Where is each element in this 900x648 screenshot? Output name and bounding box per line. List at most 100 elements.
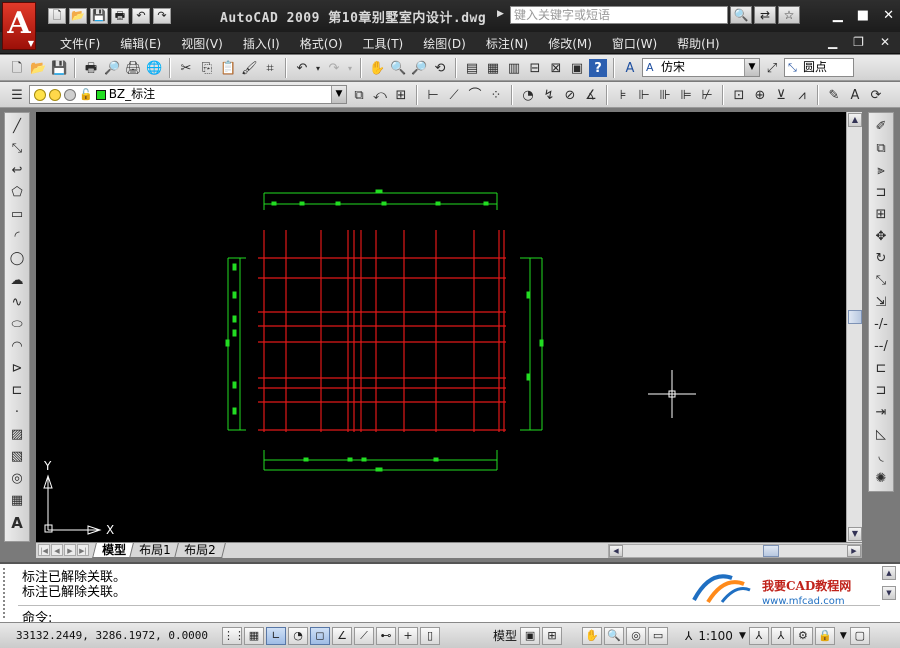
line-icon[interactable]: ╱ [7, 117, 27, 136]
plot-preview-icon[interactable]: 🔎 [103, 59, 121, 77]
menu-item[interactable]: 标注(N) [476, 35, 538, 52]
aligned-dimension-icon[interactable]: ⟋ [445, 86, 463, 104]
last-tab-icon[interactable]: ▶| [77, 544, 89, 556]
menu-item[interactable]: 文件(F) [50, 35, 110, 52]
coordinate-readout[interactable]: 33132.2449, 3286.1972, 0.0000 [0, 629, 222, 642]
undo-icon[interactable]: ↶ [293, 59, 311, 77]
angular-dimension-icon[interactable]: ∡ [582, 86, 600, 104]
explode-icon[interactable]: ✺ [871, 469, 891, 488]
drawing-minimize-icon[interactable]: ▁ [828, 35, 837, 49]
move-icon[interactable]: ✥ [871, 227, 891, 246]
insert-block-icon[interactable]: ⊳ [7, 359, 27, 378]
command-scrollbar[interactable]: ▲ ▼ [882, 566, 896, 606]
horizontal-scroll-thumb[interactable] [763, 545, 779, 557]
stretch-icon[interactable]: ⇲ [871, 293, 891, 312]
scale-icon[interactable]: ⤡ [871, 271, 891, 290]
chevron-down-icon[interactable]: ▼ [744, 59, 759, 76]
rotate-icon[interactable]: ↻ [871, 249, 891, 268]
save-icon[interactable]: 💾 [50, 59, 68, 77]
polyline-icon[interactable]: ↩ [7, 161, 27, 180]
new-file-icon[interactable]: 🗋 [48, 8, 66, 24]
menu-item[interactable]: 编辑(E) [110, 35, 171, 52]
break-at-point-icon[interactable]: ⊏ [871, 359, 891, 378]
status-menu-icon[interactable]: ▼ [837, 627, 850, 645]
chevron-down-icon[interactable]: ▼ [331, 86, 346, 103]
layout-tab[interactable]: 布局1 [129, 543, 181, 558]
array-icon[interactable]: ⊞ [871, 205, 891, 224]
application-menu-button[interactable]: A ▼ [2, 2, 36, 50]
inspection-icon[interactable]: ⊻ [772, 86, 790, 104]
menu-item[interactable]: 绘图(D) [413, 35, 476, 52]
mirror-icon[interactable]: ⫸ [871, 161, 891, 180]
help-icon[interactable]: ? [589, 58, 607, 77]
publish-icon[interactable]: 🖨 [124, 59, 142, 77]
menu-item[interactable]: 工具(T) [353, 35, 414, 52]
menu-item[interactable]: 视图(V) [171, 35, 233, 52]
chevron-down-icon[interactable]: ▼ [736, 627, 749, 645]
close-icon[interactable]: ✕ [883, 8, 894, 23]
model-space-toggle[interactable]: 模型 [490, 627, 520, 645]
dynamic-input-icon[interactable]: ⊷ [376, 626, 396, 645]
annotation-visibility-icon[interactable]: ⅄ [748, 626, 769, 645]
open-file-icon[interactable]: 📂 [69, 8, 87, 24]
point-icon[interactable]: · [7, 403, 27, 422]
menu-item[interactable]: 插入(I) [233, 35, 290, 52]
dimension-space-icon[interactable]: ⊫ [677, 86, 695, 104]
calculator-icon[interactable]: ▣ [568, 59, 586, 77]
layer-select[interactable]: 🔓 BZ_标注 ▼ [29, 85, 347, 104]
arc-icon[interactable]: ◜ [7, 227, 27, 246]
pan-status-icon[interactable]: ✋ [582, 626, 603, 645]
redo-icon[interactable]: ↷ [325, 59, 343, 77]
auto-scale-icon[interactable]: ⅄ [770, 626, 791, 645]
ortho-mode-icon[interactable]: ∟ [266, 626, 286, 645]
menu-item[interactable]: 修改(M) [538, 35, 602, 52]
chamfer-icon[interactable]: ◺ [871, 425, 891, 444]
vertical-scrollbar[interactable]: ▲ ▼ [846, 112, 862, 542]
zoom-status-icon[interactable]: 🔍 [604, 626, 625, 645]
sheet-set-icon[interactable]: ⊟ [526, 59, 544, 77]
redo-dropdown-icon[interactable]: ▾ [346, 59, 354, 77]
ordinate-dimension-icon[interactable]: ⁘ [487, 86, 505, 104]
polygon-icon[interactable]: ⬠ [7, 183, 27, 202]
minimize-icon[interactable]: ▁ [833, 8, 843, 23]
next-tab-icon[interactable]: ▶ [64, 544, 76, 556]
scroll-down-icon[interactable]: ▼ [848, 527, 862, 541]
scroll-down-icon[interactable]: ▼ [882, 586, 896, 600]
properties-icon[interactable]: ▤ [463, 59, 481, 77]
layer-previous-icon[interactable]: ⤺ [371, 86, 389, 104]
redo-icon[interactable]: ↷ [153, 8, 171, 24]
dimension-edit-icon[interactable]: ✎ [825, 86, 843, 104]
undo-icon[interactable]: ↶ [132, 8, 150, 24]
search-icon[interactable]: 🔍 [730, 6, 752, 24]
extend-icon[interactable]: --/ [871, 337, 891, 356]
markup-icon[interactable]: ⊠ [547, 59, 565, 77]
radius-dimension-icon[interactable]: ◔ [519, 86, 537, 104]
first-tab-icon[interactable]: |◀ [38, 544, 50, 556]
region-icon[interactable]: ◎ [7, 469, 27, 488]
layout-tab[interactable]: 布局2 [173, 543, 226, 558]
communication-icon[interactable]: ⇄ [754, 6, 776, 24]
steering-wheel-icon[interactable]: ◎ [626, 626, 647, 645]
copy-icon[interactable]: ⎘ [198, 59, 216, 77]
gradient-icon[interactable]: ▧ [7, 447, 27, 466]
zoom-previous-icon[interactable]: ⟲ [431, 59, 449, 77]
construction-line-icon[interactable]: ⤡ [7, 139, 27, 158]
grid-display-icon[interactable]: ▦ [244, 626, 264, 645]
paste-icon[interactable]: 📋 [219, 59, 237, 77]
cut-icon[interactable]: ✂ [177, 59, 195, 77]
offset-icon[interactable]: ⊐ [871, 183, 891, 202]
quick-view-drawings-icon[interactable]: ⊞ [542, 626, 563, 645]
object-snap-icon[interactable]: ◻ [310, 626, 330, 645]
save-icon[interactable]: 💾 [90, 8, 108, 24]
zoom-window-icon[interactable]: 🔎 [410, 59, 428, 77]
circle-icon[interactable]: ◯ [7, 249, 27, 268]
text-style-select[interactable]: A 仿宋 ▼ [642, 58, 760, 77]
snap-mode-icon[interactable]: ⋮⋮ [222, 626, 245, 645]
polar-tracking-icon[interactable]: ◔ [288, 626, 308, 645]
jogged-linear-icon[interactable]: ⩘ [793, 86, 811, 104]
match-properties-icon[interactable]: 🖌 [240, 59, 258, 77]
quick-dimension-icon[interactable]: ⊧ [614, 86, 632, 104]
break-icon[interactable]: ⊐ [871, 381, 891, 400]
dynamic-ucs-icon[interactable]: ⟋ [354, 626, 374, 645]
tolerance-icon[interactable]: ⊡ [730, 86, 748, 104]
